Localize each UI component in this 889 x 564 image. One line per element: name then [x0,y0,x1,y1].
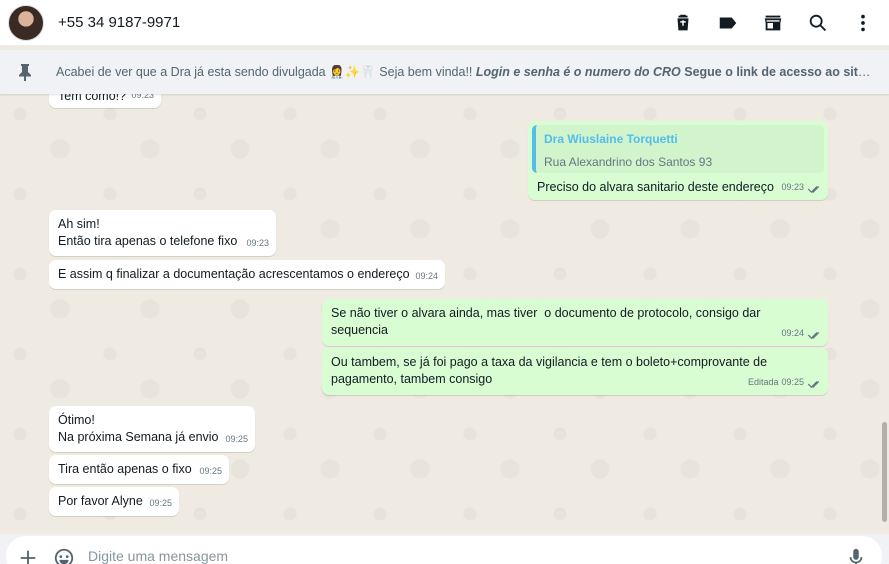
message-meta: 09:25 [149,495,172,512]
message-incoming[interactable]: Ótimo! Na próxima Semana já envio 09:25 [49,406,255,452]
message-input[interactable] [88,546,808,564]
message-meta: 09:23 [246,235,269,252]
message-text: E assim q finalizar a documentação acres… [58,267,410,281]
message-outgoing[interactable]: Dra Wiuslaine Torquetti Rua Alexandrino … [528,121,828,200]
store-icon[interactable] [761,11,785,35]
message-text: Ah sim! Então tira apenas o telefone fix… [58,217,238,248]
label-icon[interactable] [716,11,740,35]
chat-area: Tem como!? 09:23 Dra Wiuslaine Torquetti… [0,94,889,534]
message-text: Ótimo! Na próxima Semana já envio [58,413,219,444]
message-incoming[interactable]: Ah sim! Então tira apenas o telefone fix… [49,210,276,256]
composer-box [6,536,882,564]
search-icon[interactable] [806,11,830,35]
message-meta: 09:23 [131,94,154,104]
message-incoming[interactable]: Tira então apenas o fixo 09:25 [49,455,229,484]
message-time: 09:25 [149,498,172,508]
contact-name[interactable]: +55 34 9187-9971 [58,14,180,31]
double-check-icon [807,378,821,388]
delete-icon[interactable] [671,11,695,35]
edited-label: Editada [747,377,779,387]
chat-scrollbar[interactable] [882,422,887,522]
double-check-icon [807,183,821,193]
message-incoming[interactable]: E assim q finalizar a documentação acres… [49,260,445,289]
message-time: 09:24 [415,271,438,281]
message-time: 09:24 [781,328,804,338]
message-incoming[interactable]: Tem como!? 09:23 [49,94,161,108]
message-incoming[interactable]: Por favor Alyne 09:25 [49,487,179,516]
quote-author: Dra Wiuslaine Torquetti [544,132,678,146]
pinned-emojis: 👩‍⚕️✨🦷 [329,64,376,79]
message-meta: Editada 09:25 [748,374,821,391]
pinned-text-start: Acabei de ver que a Dra já esta sendo di… [56,64,330,79]
message-meta: 09:24 [415,268,438,285]
message-time: 09:25 [781,377,804,387]
message-time: 09:23 [131,94,154,100]
double-check-icon [807,329,821,339]
quote-text: Rua Alexandrino dos Santos 93 [544,155,713,169]
microphone-icon[interactable] [844,546,868,564]
message-time: 09:25 [225,434,248,444]
attach-plus-icon[interactable] [16,546,40,564]
message-text: Se não tiver o alvara ainda, mas tiver o… [331,306,761,337]
avatar[interactable] [8,4,44,41]
pinned-text-italic: Login e senha é o numero do CRO [475,64,681,79]
pinned-text-mid: Seja bem vinda!! [375,64,476,79]
menu-icon[interactable] [851,11,875,35]
pin-icon [17,63,35,81]
header-actions [650,0,875,46]
chat-header: +55 34 9187-9971 [0,0,889,46]
message-text: Tira então apenas o fixo [58,462,192,476]
message-time: 09:23 [781,182,804,192]
composer-bar [0,534,889,564]
message-meta: 09:25 [225,431,248,448]
message-outgoing[interactable]: Se não tiver o alvara ainda, mas tiver o… [322,299,828,346]
pinned-message-bar[interactable]: Acabei de ver que a Dra já esta sendo di… [0,50,889,94]
message-outgoing[interactable]: Ou tambem, se já foi pago a taxa da vigi… [322,348,828,395]
message-time: 09:23 [246,238,269,248]
message-text: Ou tambem, se já foi pago a taxa da vigi… [331,355,768,386]
emoji-icon[interactable] [52,546,76,564]
pinned-text: Acabei de ver que a Dra já esta sendo di… [56,65,871,80]
message-meta: 09:25 [199,463,222,480]
message-meta: 09:23 [781,179,821,196]
message-text: Preciso do alvara sanitario deste endere… [537,180,774,194]
pinned-text-end: Segue o link de acesso ao site... [680,64,871,79]
message-meta: 09:24 [781,325,821,342]
quoted-message[interactable]: Dra Wiuslaine Torquetti Rua Alexandrino … [532,125,824,173]
message-time: 09:25 [199,466,222,476]
